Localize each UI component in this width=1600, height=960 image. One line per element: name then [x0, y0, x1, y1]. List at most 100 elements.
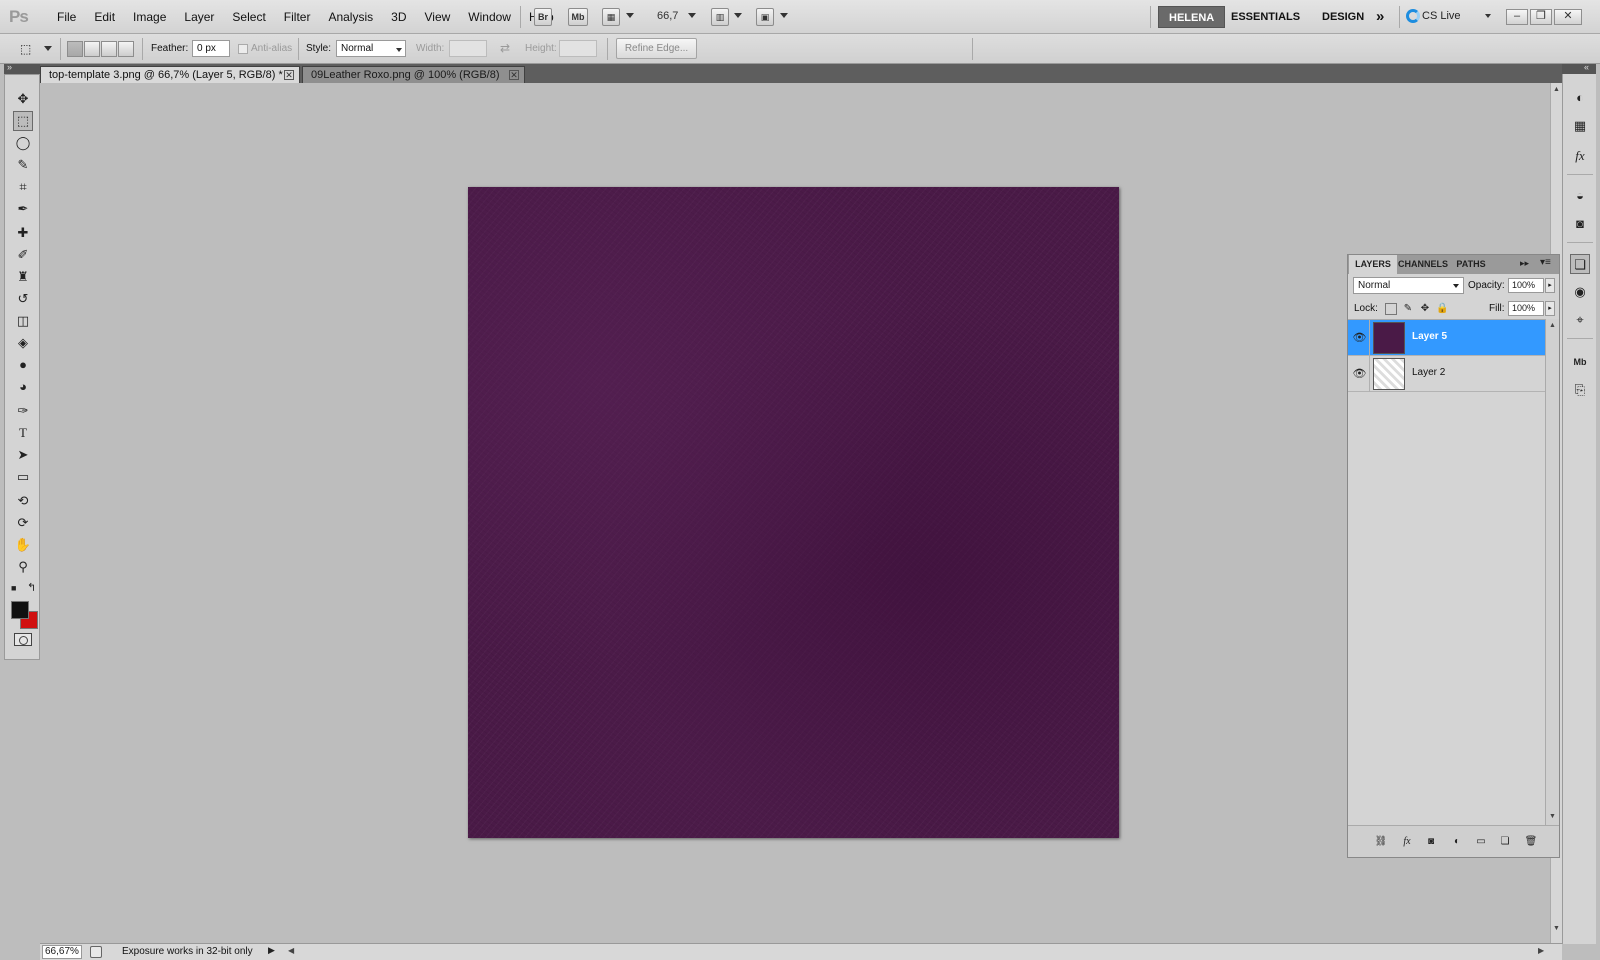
default-colors-icon[interactable]: ■	[11, 583, 16, 593]
canvas-area[interactable]	[40, 83, 1550, 943]
subtract-from-selection-icon[interactable]	[101, 41, 117, 57]
tab-top-template[interactable]: top-template 3.png @ 66,7% (Layer 5, RGB…	[40, 66, 300, 83]
hand-tool-icon[interactable]: ✋	[13, 535, 33, 555]
tool-preset-dropdown-icon[interactable]	[44, 46, 52, 51]
tab-leather-roxo[interactable]: 09Leather Roxo.png @ 100% (RGB/8) ✕	[302, 66, 525, 83]
height-input[interactable]	[559, 40, 597, 57]
menu-window[interactable]: Window	[459, 0, 520, 34]
shape-tool-icon[interactable]: ▭	[13, 467, 33, 487]
menu-view[interactable]: View	[415, 0, 459, 34]
intersect-selection-icon[interactable]	[118, 41, 134, 57]
collapse-panel-icon[interactable]: ▸▸	[1520, 258, 1529, 269]
lock-all-icon[interactable]: 🔒	[1436, 303, 1448, 315]
fx-icon[interactable]: fx	[1400, 835, 1414, 848]
lock-image-icon[interactable]: ✎	[1402, 303, 1414, 315]
workspace-helena-button[interactable]: HELENA	[1158, 6, 1226, 28]
tab-close-icon[interactable]: ✕	[284, 70, 294, 80]
menu-file[interactable]: File	[48, 0, 85, 34]
style-dropdown-icon[interactable]	[396, 48, 402, 52]
add-mask-icon[interactable]: ◙	[1424, 835, 1438, 848]
status-info-icon[interactable]	[90, 946, 102, 958]
history-brush-tool-icon[interactable]: ↺	[13, 289, 33, 309]
pen-tool-icon[interactable]: ✑	[13, 401, 33, 421]
scroll-down-icon[interactable]: ▼	[1553, 925, 1560, 932]
scroll-up-icon[interactable]: ▲	[1549, 322, 1556, 329]
tools-panel-header[interactable]: »	[4, 62, 40, 74]
document-canvas[interactable]	[468, 187, 1119, 838]
restore-icon[interactable]: ❐	[1530, 9, 1552, 25]
healing-brush-tool-icon[interactable]: ✚	[13, 223, 33, 243]
new-group-icon[interactable]: ▭	[1474, 835, 1488, 848]
tool-preset-marquee-icon[interactable]: ⬚	[20, 41, 36, 57]
view-extras-icon[interactable]: ▦	[602, 8, 620, 26]
fill-input[interactable]: 100%	[1508, 301, 1544, 316]
color-panel-icon[interactable]: ◐	[1570, 88, 1590, 108]
menu-3d[interactable]: 3D	[382, 0, 415, 34]
minibridge-button[interactable]: Mb	[568, 8, 588, 26]
cs-live-icon[interactable]	[1406, 9, 1420, 23]
more-workspaces-icon[interactable]: »	[1372, 6, 1388, 28]
eyedropper-tool-icon[interactable]: ✒	[13, 199, 33, 219]
menu-analysis[interactable]: Analysis	[319, 0, 382, 34]
zoom-field[interactable]: 66,67%	[42, 945, 82, 959]
history-panel-icon[interactable]: ⎘	[1570, 380, 1590, 400]
refine-edge-button[interactable]: Refine Edge...	[616, 38, 697, 59]
paths-panel-icon[interactable]: ⌖	[1570, 310, 1590, 330]
tab-layers[interactable]: LAYERS	[1349, 255, 1397, 274]
tab-channels[interactable]: CHANNELS	[1397, 255, 1449, 274]
panel-menu-icon[interactable]: ▾≡	[1540, 257, 1551, 268]
opacity-slider-icon[interactable]: ▸	[1545, 278, 1555, 293]
marquee-tool-icon[interactable]: ⬚	[13, 111, 33, 131]
add-to-selection-icon[interactable]	[84, 41, 100, 57]
delete-layer-icon[interactable]: 🗑	[1524, 835, 1538, 848]
cs-live-button[interactable]: CS Live	[1422, 10, 1461, 22]
bridge-button[interactable]: Br	[534, 8, 552, 26]
width-input[interactable]	[449, 40, 487, 57]
masks-panel-icon[interactable]: ◙	[1570, 214, 1590, 234]
scroll-right-icon[interactable]: ▶	[1538, 946, 1544, 955]
swap-colors-icon[interactable]: ↰	[27, 581, 36, 594]
zoom-tool-icon[interactable]: ⚲	[13, 557, 33, 577]
eye-icon[interactable]: 👁	[1350, 356, 1370, 392]
screen-mode-icon[interactable]: ▣	[756, 8, 774, 26]
path-select-tool-icon[interactable]: ➤	[13, 445, 33, 465]
arrange-documents-icon[interactable]: ▥	[711, 8, 729, 26]
scroll-left-icon[interactable]: ◀	[288, 946, 294, 955]
scroll-down-icon[interactable]: ▼	[1549, 813, 1556, 820]
layers-panel-icon[interactable]: ❏	[1570, 254, 1590, 274]
swatches-panel-icon[interactable]: ▦	[1570, 116, 1590, 136]
new-selection-icon[interactable]	[67, 41, 83, 57]
type-tool-icon[interactable]: T	[13, 423, 33, 443]
paint-bucket-tool-icon[interactable]: ◈	[13, 333, 33, 353]
lock-transparent-icon[interactable]	[1385, 303, 1397, 315]
workspace-design-button[interactable]: DESIGN	[1312, 6, 1374, 28]
cs-live-dropdown-icon[interactable]	[1485, 14, 1491, 18]
status-menu-arrow-icon[interactable]: ▶	[268, 945, 275, 956]
fill-slider-icon[interactable]: ▸	[1545, 301, 1555, 316]
view-extras-dropdown-icon[interactable]	[626, 13, 634, 18]
tab-paths[interactable]: PATHS	[1449, 255, 1493, 274]
dodge-tool-icon[interactable]: ◕	[13, 377, 33, 397]
quick-mask-icon[interactable]	[14, 633, 32, 646]
quick-select-tool-icon[interactable]: ✎	[13, 155, 33, 175]
blend-mode-select[interactable]: Normal	[1353, 277, 1464, 294]
styles-panel-icon[interactable]: fx	[1570, 146, 1590, 166]
3d-rotate-tool-icon[interactable]: ⟲	[13, 491, 33, 511]
feather-input[interactable]: 0 px	[192, 40, 230, 57]
lock-position-icon[interactable]: ✥	[1419, 303, 1431, 315]
adjustment-layer-icon[interactable]: ◐	[1450, 835, 1464, 848]
screen-mode-dropdown-icon[interactable]	[780, 13, 788, 18]
arrange-dropdown-icon[interactable]	[734, 13, 742, 18]
foreground-color-swatch[interactable]	[11, 601, 29, 619]
channels-panel-icon[interactable]: ◉	[1570, 282, 1590, 302]
eraser-tool-icon[interactable]: ◫	[13, 311, 33, 331]
minibridge-panel-icon[interactable]: Mb	[1570, 352, 1590, 372]
menu-layer[interactable]: Layer	[175, 0, 223, 34]
antialias-checkbox[interactable]	[238, 44, 248, 54]
crop-tool-icon[interactable]: ⌗	[13, 177, 33, 197]
adjustments-panel-icon[interactable]: ◒	[1570, 186, 1590, 206]
menu-edit[interactable]: Edit	[85, 0, 124, 34]
move-tool-icon[interactable]: ✥	[13, 89, 33, 109]
brush-tool-icon[interactable]: ✐	[13, 245, 33, 265]
link-layers-icon[interactable]: ⛓	[1374, 835, 1388, 848]
